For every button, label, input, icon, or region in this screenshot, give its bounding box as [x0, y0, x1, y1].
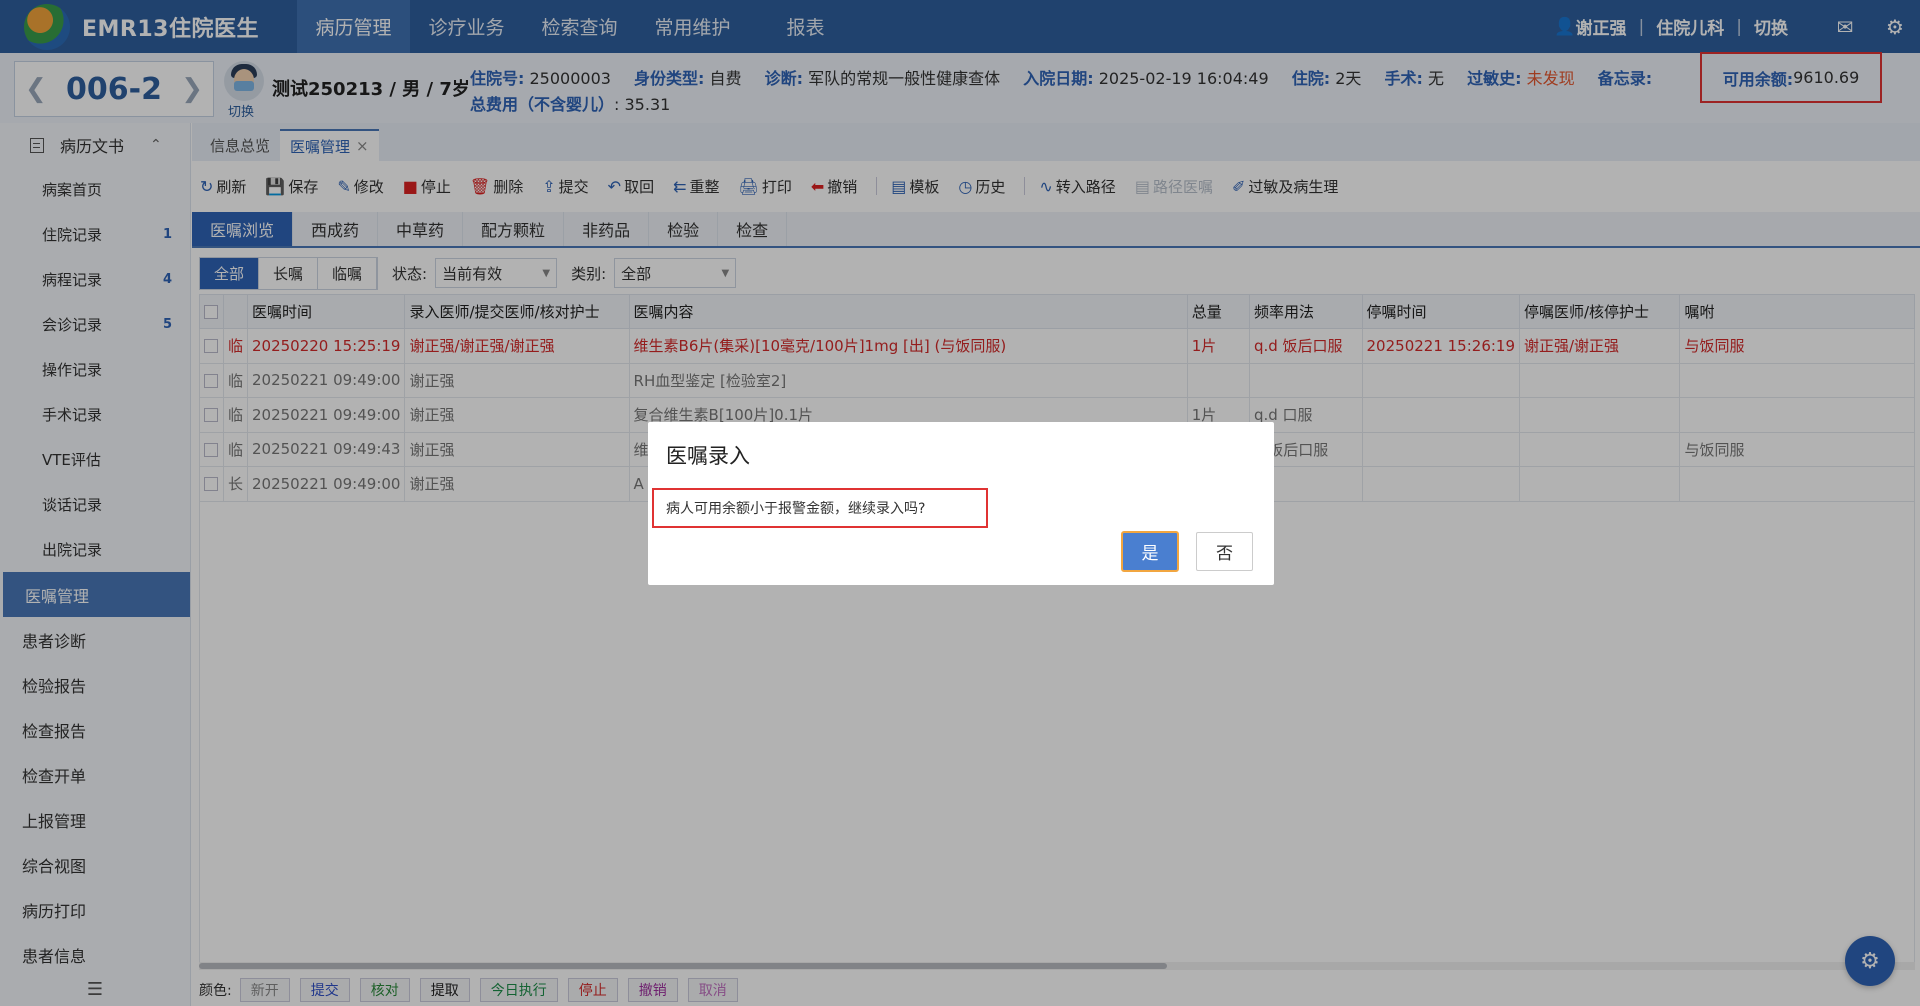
confirm-dialog: 医嘱录入 病人可用余额小于报警金额，继续录入吗? 是 否: [648, 422, 1274, 585]
no-button[interactable]: 否: [1196, 532, 1253, 571]
dialog-title: 医嘱录入: [666, 444, 750, 468]
yes-button[interactable]: 是: [1121, 531, 1179, 572]
dialog-message: 病人可用余额小于报警金额，继续录入吗?: [652, 488, 988, 528]
